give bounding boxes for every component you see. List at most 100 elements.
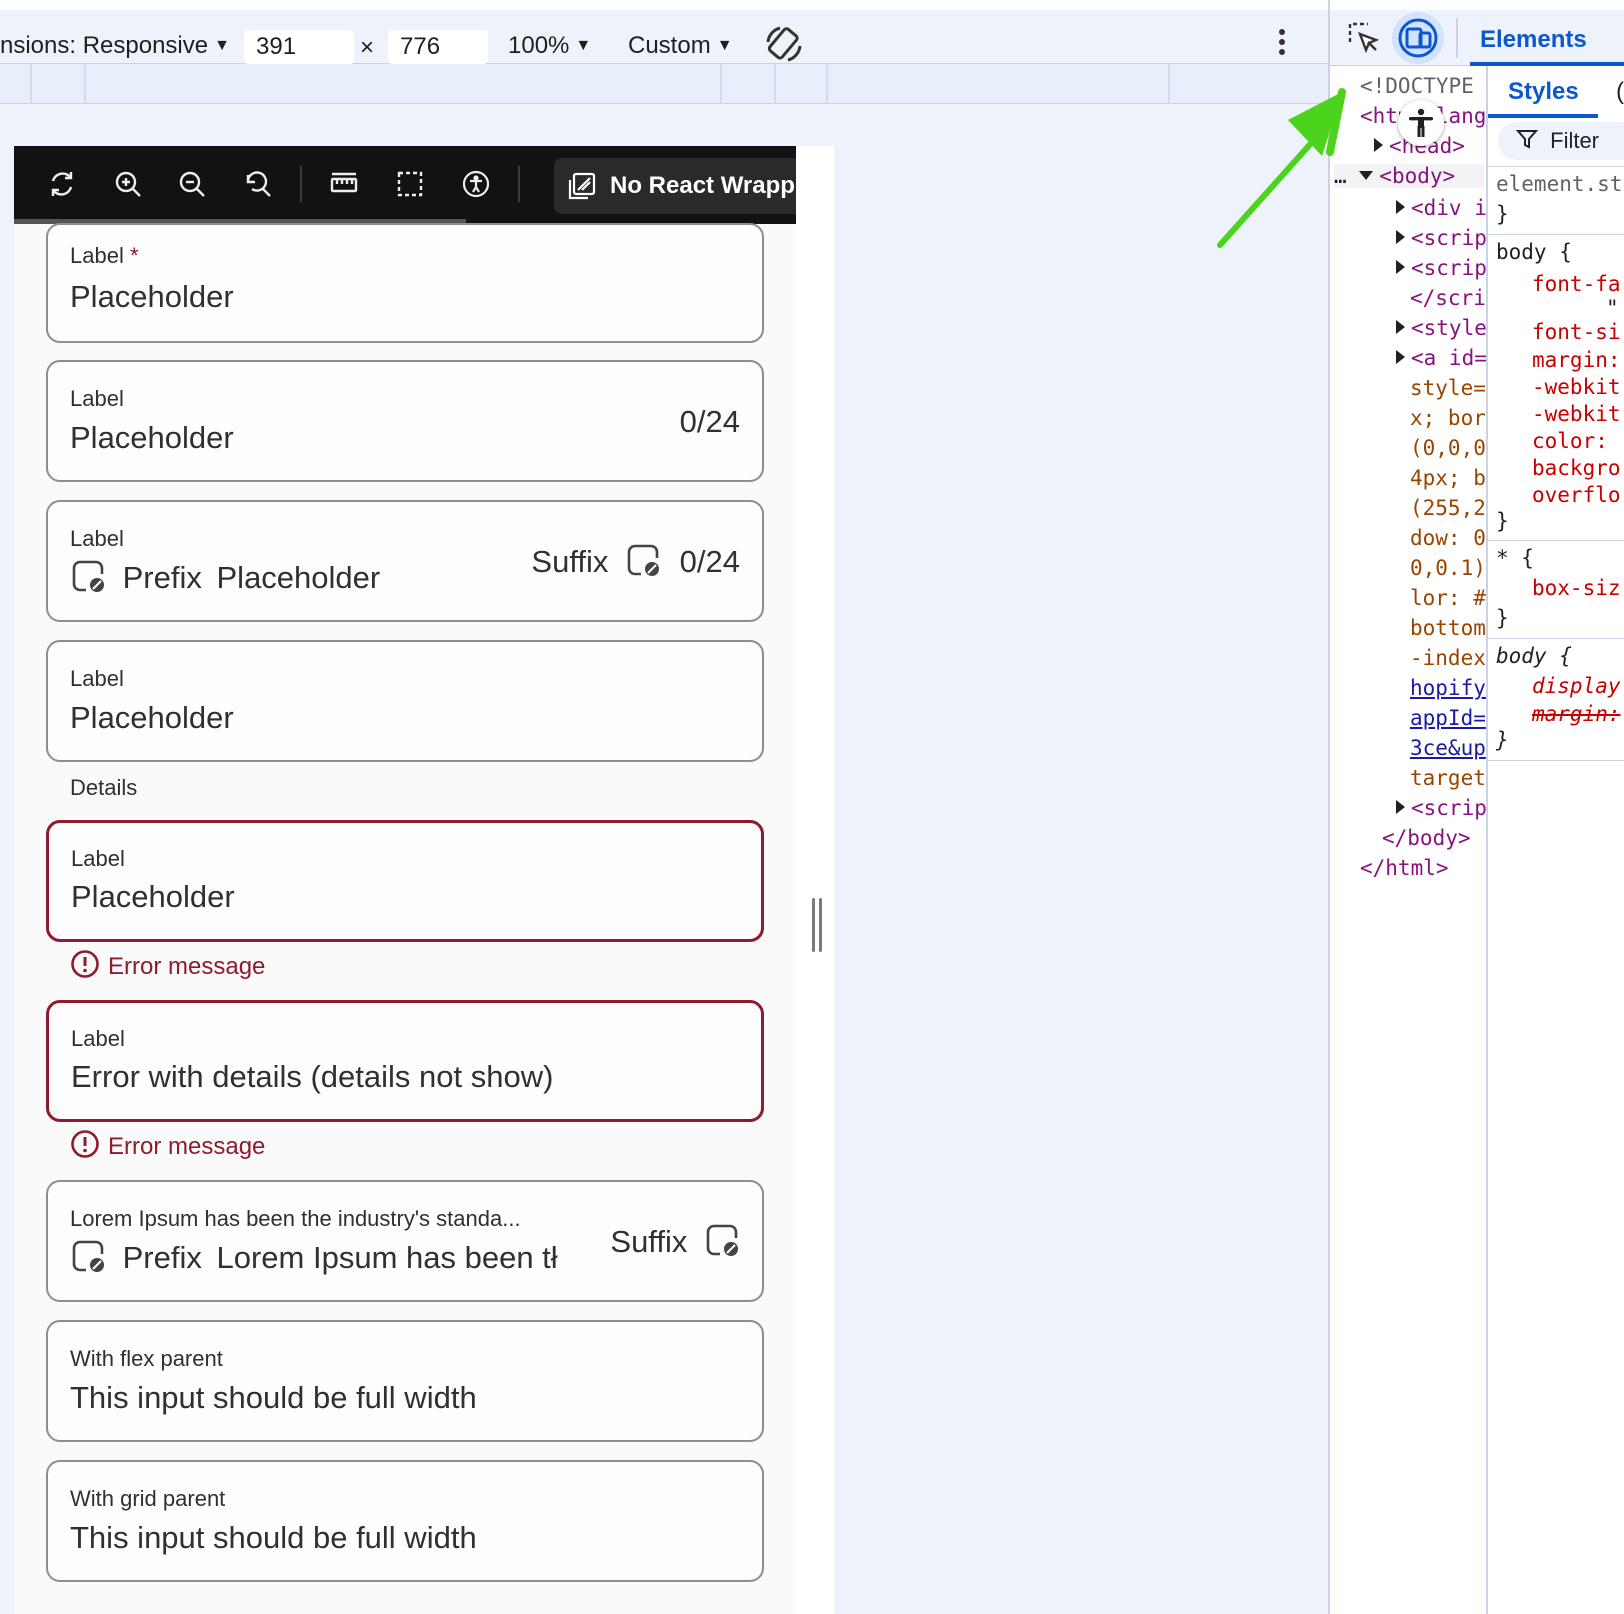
error-message-row: Error message (70, 1129, 265, 1166)
remount-icon[interactable] (44, 166, 80, 202)
text-field-error-with-details[interactable]: Label Error with details (details not sh… (46, 1000, 764, 1122)
field-label: Label (71, 846, 125, 871)
style-line: } (1496, 509, 1509, 533)
field-value: This input should be full width (70, 1380, 477, 1415)
elements-dom-tree: <!DOCTYPE <html lang <head> … <body> <di… (1330, 66, 1486, 1614)
dom-link[interactable]: hopify (1410, 676, 1486, 700)
style-line[interactable]: element.st (1496, 172, 1622, 196)
height-input[interactable]: 776 (388, 30, 488, 64)
style-line[interactable]: body { (1496, 240, 1572, 264)
error-icon (70, 949, 100, 986)
field-label: Label (71, 1026, 125, 1051)
suffix-text: Suffix (531, 544, 609, 580)
field-label: Label (70, 386, 124, 411)
style-line[interactable]: backgro (1532, 456, 1621, 480)
dom-line: target (1410, 766, 1486, 790)
field-value: Placeholder (216, 560, 381, 596)
dom-line[interactable]: <style (1396, 316, 1486, 340)
style-line[interactable]: margin: (1532, 348, 1621, 372)
dom-line[interactable]: <scrip (1396, 256, 1486, 280)
style-line[interactable]: font-fa (1532, 272, 1621, 296)
text-field-required[interactable]: Label * Placeholder (46, 223, 764, 343)
styles-pane: Styles ( Filter element.st } body { font… (1486, 66, 1624, 1614)
no-react-wrapper-button[interactable]: No React Wrapp (554, 158, 796, 214)
zoom-value: 100% (508, 32, 570, 59)
chevron-down-icon: ▼ (214, 37, 230, 54)
measure-icon[interactable] (326, 166, 362, 202)
style-line[interactable]: display (1532, 674, 1621, 698)
style-line-overridden[interactable]: margin: (1532, 702, 1621, 726)
text-field-flex-parent[interactable]: With flex parent This input should be fu… (46, 1320, 764, 1442)
styles-filter-input[interactable]: Filter (1498, 122, 1624, 160)
media-query-ruler[interactable] (0, 64, 1328, 104)
style-line[interactable]: -webkit (1532, 375, 1621, 399)
rotate-icon[interactable] (764, 24, 804, 64)
accessibility-person-icon (1407, 108, 1435, 143)
dom-line: x; bor (1410, 406, 1486, 430)
field-value: Placeholder (70, 700, 234, 735)
accessibility-tree-button[interactable] (1398, 100, 1444, 146)
accessibility-icon[interactable] (458, 166, 494, 202)
dom-line[interactable]: <div i (1396, 196, 1486, 220)
dom-line: bottom (1410, 616, 1486, 640)
dom-line[interactable]: <scrip (1396, 226, 1486, 250)
style-line[interactable]: body { (1496, 644, 1572, 668)
outline-icon[interactable] (392, 166, 428, 202)
dom-line[interactable]: <a id= (1396, 346, 1486, 370)
inspect-element-icon[interactable] (1346, 20, 1382, 56)
tab-elements[interactable]: Elements (1480, 26, 1587, 54)
style-line: } (1496, 728, 1509, 752)
style-line[interactable]: -webkit (1532, 402, 1621, 426)
dom-line[interactable]: </html> (1360, 856, 1449, 880)
devtools-top-edge (1330, 0, 1624, 10)
device-toolbar-icon (1398, 18, 1438, 63)
prefix-icon (70, 558, 106, 602)
dom-line[interactable]: </body> (1382, 826, 1471, 850)
dom-line: -index (1410, 646, 1486, 670)
style-line[interactable]: box-siz (1532, 576, 1621, 600)
style-line[interactable]: * { (1496, 546, 1534, 570)
text-field-details[interactable]: Label Placeholder (46, 640, 764, 762)
zoom-out-icon[interactable] (174, 166, 210, 202)
dom-link[interactable]: appId= (1410, 706, 1486, 730)
dom-line[interactable]: </scri (1410, 286, 1486, 310)
field-value: Placeholder (70, 279, 234, 314)
prefix-icon (70, 1238, 106, 1282)
text-field-counter[interactable]: Label Placeholder 0/24 (46, 360, 764, 482)
dom-link[interactable]: 3ce&up (1410, 736, 1486, 760)
device-toggle-button[interactable] (1392, 12, 1444, 64)
field-label: Lorem Ipsum has been the industry's stan… (70, 1206, 521, 1231)
text-field-prefix-suffix[interactable]: Label Prefix Placeholder Suffix 0/24 (46, 500, 764, 622)
device-screen-edge (796, 146, 834, 1614)
text-field-grid-parent[interactable]: With grid parent This input should be fu… (46, 1460, 764, 1582)
dimensions-label: nsions: Responsive (0, 32, 209, 59)
more-options-icon[interactable] (1270, 26, 1294, 62)
reset-zoom-icon[interactable] (240, 166, 276, 202)
dom-line[interactable]: <!DOCTYPE (1360, 74, 1474, 98)
dimensions-select[interactable]: nsions: Responsive ▼ (0, 32, 230, 60)
dom-line: (255,2 (1410, 496, 1486, 520)
style-line[interactable]: overflo (1532, 483, 1621, 507)
text-field-error[interactable]: Label Placeholder (46, 820, 764, 942)
dom-line: 4px; b (1410, 466, 1486, 490)
error-icon (70, 1129, 100, 1166)
text-field-long-label[interactable]: Lorem Ipsum has been the industry's stan… (46, 1180, 764, 1302)
style-line[interactable]: color: (1532, 429, 1608, 453)
field-label: Label (70, 243, 124, 268)
tab-styles[interactable]: Styles (1508, 78, 1579, 106)
width-input[interactable]: 391 (244, 30, 354, 64)
field-details-text: Details (70, 775, 138, 800)
throttle-select[interactable]: Custom ▼ (628, 32, 733, 60)
dom-line: (0,0,0 (1410, 436, 1486, 460)
zoom-in-icon[interactable] (110, 166, 146, 202)
prefix-text: Prefix (122, 1240, 202, 1276)
style-line[interactable]: font-si (1532, 320, 1621, 344)
next-tab-peek[interactable]: ( (1616, 78, 1624, 106)
dom-line[interactable]: <scrip (1396, 796, 1486, 820)
viewport-resize-handle[interactable] (812, 898, 824, 952)
annotation-arrow-icon (1217, 88, 1346, 248)
dom-line: lor: # (1410, 586, 1486, 610)
zoom-select[interactable]: 100% ▼ (508, 32, 591, 60)
wrapper-icon (568, 172, 596, 207)
field-label: Label (70, 526, 124, 551)
